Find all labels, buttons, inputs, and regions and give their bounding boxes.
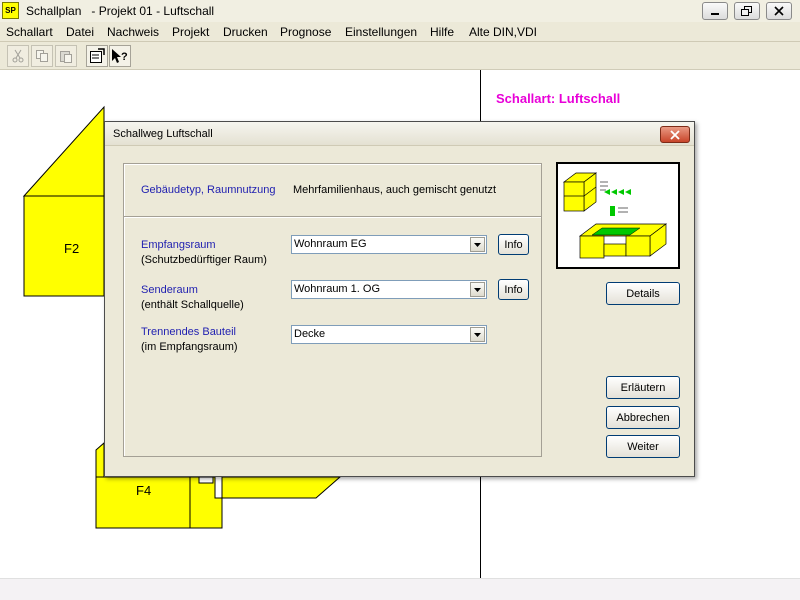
cut-icon [12, 49, 24, 63]
explain-button[interactable]: Erläutern [606, 376, 680, 399]
separating-component-dropdown[interactable] [470, 327, 485, 342]
next-button[interactable]: Weiter [606, 435, 680, 458]
close-window-button[interactable] [766, 2, 792, 20]
receiving-room-sublabel: (Schutzbedürftiger Raum) [141, 254, 267, 266]
menu-hilfe[interactable]: Hilfe [430, 25, 454, 39]
floor-f4-notch [198, 476, 214, 484]
building-type-value: Mehrfamilienhaus, auch gemischt genutzt [293, 184, 496, 196]
close-icon [774, 6, 784, 16]
paste-button[interactable] [55, 45, 77, 67]
close-icon [670, 129, 680, 140]
receiving-room-value: Wohnraum EG [294, 238, 367, 250]
source-room-dropdown[interactable] [470, 282, 485, 297]
sound-path-preview [556, 162, 680, 269]
toolbar: ? [0, 42, 800, 70]
chevron-down-icon [474, 287, 481, 292]
copy-icon [36, 50, 48, 62]
separating-component-sublabel: (im Empfangsraum) [141, 341, 238, 353]
source-room-sublabel: (enthält Schallquelle) [141, 299, 244, 311]
building-type-label: Gebäudetyp, Raumnutzung [141, 184, 276, 196]
restore-icon [741, 6, 752, 16]
menu-drucken[interactable]: Drucken [223, 25, 268, 39]
chevron-down-icon [474, 332, 481, 337]
floor-label-f4: F4 [136, 483, 152, 498]
sound-path-diagram-icon [562, 172, 668, 259]
menu-nachweis[interactable]: Nachweis [107, 25, 159, 39]
menu-schallart[interactable]: Schallart [6, 25, 53, 39]
status-bar [0, 578, 800, 600]
window-title: Schallplan - Projekt 01 - Luftschall [26, 4, 215, 18]
separating-component-label: Trennendes Bauteil [141, 326, 236, 338]
floor-f4-right-face [189, 476, 223, 529]
source-room-label: Senderaum [141, 284, 198, 296]
copy-button[interactable] [31, 45, 53, 67]
floor-label-f2: F2 [64, 241, 80, 256]
floor-f4-top-face [221, 476, 342, 499]
menu-datei[interactable]: Datei [66, 25, 94, 39]
separating-component-value: Decke [294, 328, 326, 340]
properties-button[interactable] [86, 45, 108, 67]
cut-button[interactable] [7, 45, 29, 67]
receiving-room-dropdown[interactable] [470, 237, 485, 252]
panel-separator [124, 216, 541, 218]
menu-prognose[interactable]: Prognose [280, 25, 331, 39]
dialog-close-button[interactable] [660, 126, 690, 143]
cancel-button[interactable]: Abbrechen [606, 406, 680, 429]
minimize-button[interactable] [702, 2, 728, 20]
menu-einstellungen[interactable]: Einstellungen [345, 25, 417, 39]
context-help-button[interactable]: ? [109, 45, 131, 67]
separating-component-select[interactable]: Decke [291, 325, 487, 344]
menu-bar: Schallart Datei Nachweis Projekt Drucken… [0, 22, 800, 42]
window-titlebar: SP Schallplan - Projekt 01 - Luftschall [0, 0, 800, 22]
restore-button[interactable] [734, 2, 760, 20]
app-logo-icon: SP [2, 2, 19, 19]
receiving-room-select[interactable]: Wohnraum EG [291, 235, 487, 254]
chevron-down-icon [474, 242, 481, 247]
minimize-icon [711, 13, 719, 15]
menu-alte-din-vdi[interactable]: Alte DIN,VDI [469, 25, 537, 39]
svg-text:?: ? [121, 51, 128, 63]
dialog-title: Schallweg Luftschall [113, 128, 213, 140]
schallweg-dialog: Schallweg Luftschall Gebäudetyp, Raumnut… [104, 121, 695, 477]
receiving-room-label: Empfangsraum [141, 239, 216, 251]
receiving-room-info-button[interactable]: Info [498, 234, 529, 255]
sound-type-heading: Schallart: Luftschall [496, 91, 621, 106]
properties-icon [90, 48, 105, 63]
source-room-info-button[interactable]: Info [498, 279, 529, 300]
paste-icon [60, 51, 72, 63]
source-room-select[interactable]: Wohnraum 1. OG [291, 280, 487, 299]
source-room-value: Wohnraum 1. OG [294, 283, 380, 295]
context-help-icon: ? [112, 49, 128, 63]
floor-f2-top-face [22, 105, 105, 197]
details-button[interactable]: Details [606, 282, 680, 305]
settings-panel: Gebäudetyp, Raumnutzung Mehrfamilienhaus… [123, 163, 542, 457]
dialog-titlebar: Schallweg Luftschall [105, 122, 694, 146]
menu-projekt[interactable]: Projekt [172, 25, 209, 39]
